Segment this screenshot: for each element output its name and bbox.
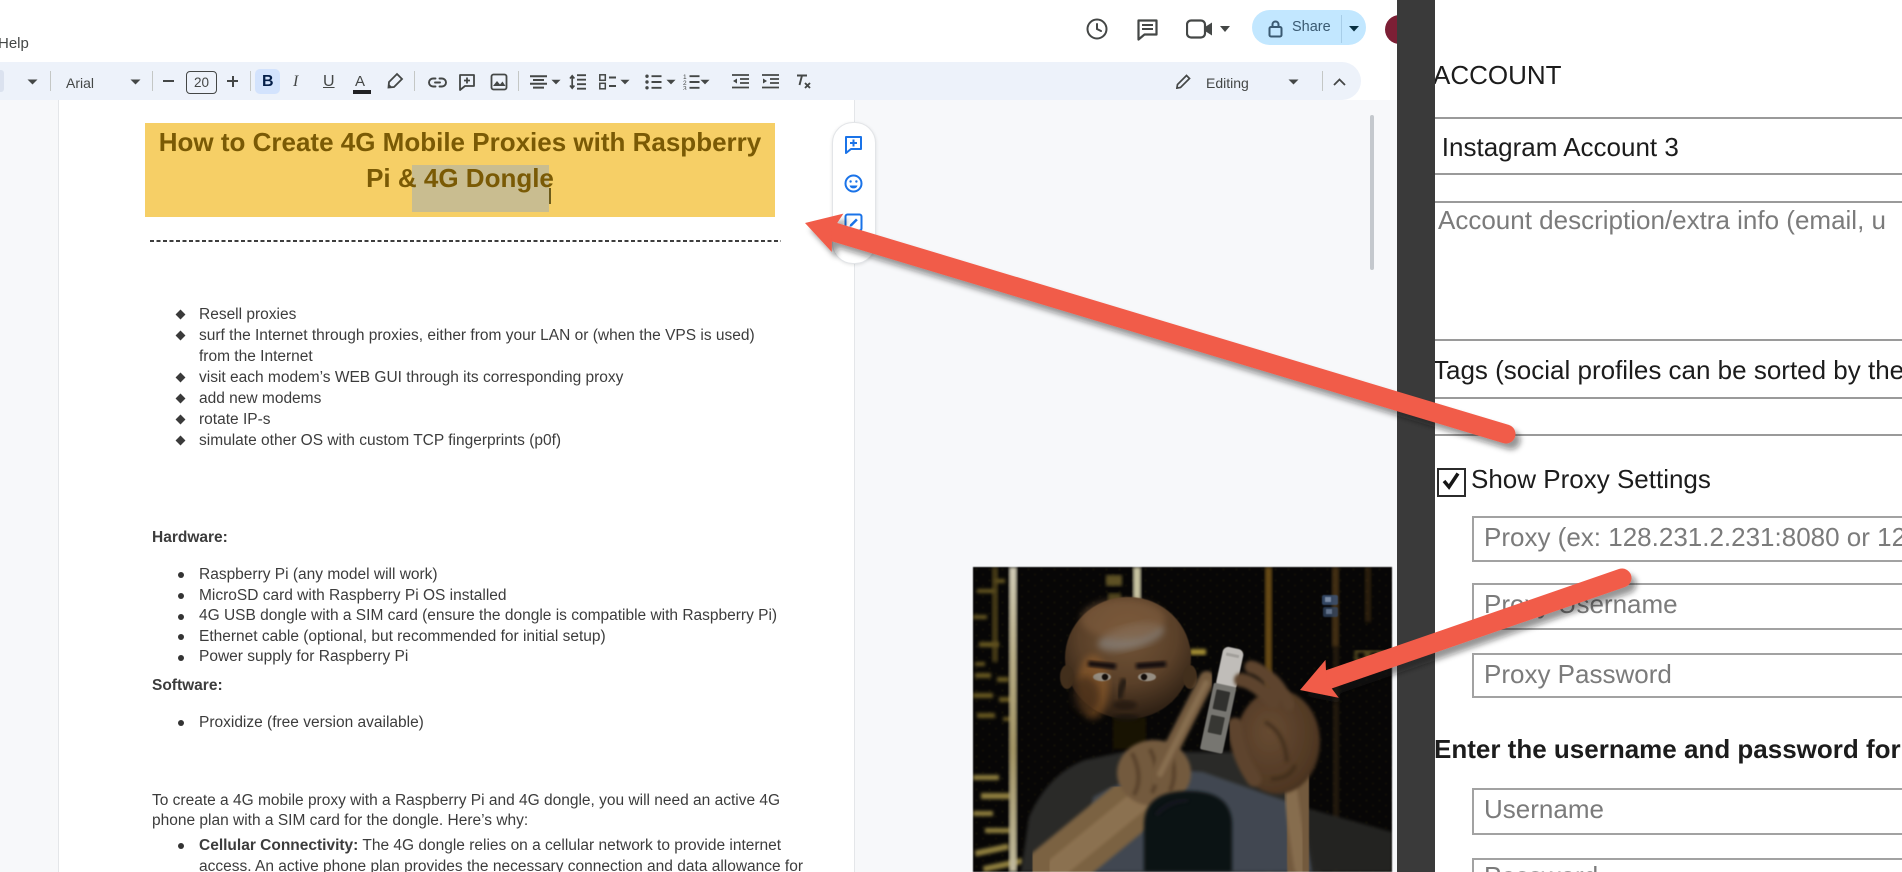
svg-text:3: 3 [683, 86, 687, 91]
